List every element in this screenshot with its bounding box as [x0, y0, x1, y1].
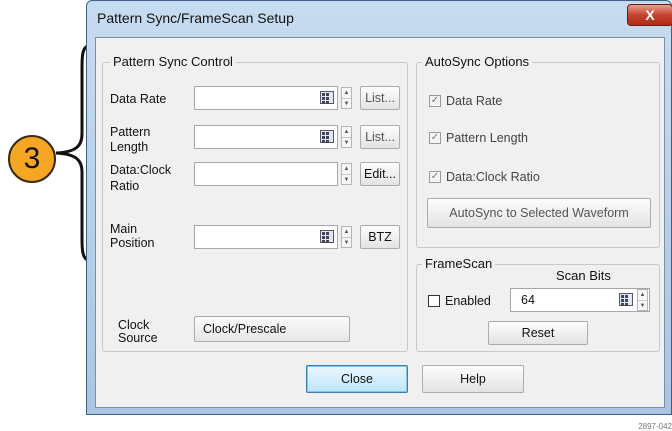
- checkbox-icon[interactable]: ✓: [429, 132, 441, 144]
- calculator-icon[interactable]: [619, 293, 633, 306]
- data-rate-label: Data Rate: [110, 92, 167, 106]
- framescan-enabled-checkbox[interactable]: Enabled: [428, 294, 491, 308]
- data-clock-ratio-edit-button[interactable]: Edit...: [360, 162, 400, 186]
- data-clock-ratio-edit-label: Edit...: [364, 167, 396, 181]
- clock-source-button[interactable]: Clock/Prescale: [194, 316, 350, 342]
- autosync-option-pattern-length[interactable]: ✓ Pattern Length: [429, 131, 528, 145]
- spin-up-icon[interactable]: ▲: [638, 290, 647, 300]
- pattern-length-label-line1: Pattern: [110, 125, 151, 139]
- main-position-spinner[interactable]: ▲ ▼: [341, 226, 352, 248]
- spin-up-icon[interactable]: ▲: [342, 88, 351, 98]
- clock-source-label-line2: Source: [118, 331, 158, 345]
- data-rate-input[interactable]: [194, 86, 338, 110]
- pattern-length-list-label: List...: [365, 130, 395, 144]
- dialog-client-area: Pattern Sync Control Data Rate ▲ ▼ List..…: [95, 37, 665, 408]
- pattern-length-list-button[interactable]: List...: [360, 125, 400, 149]
- calculator-icon[interactable]: [320, 91, 334, 104]
- spin-down-icon[interactable]: ▼: [342, 137, 351, 147]
- autosync-option-label: Data:Clock Ratio: [446, 170, 540, 184]
- spin-down-icon[interactable]: ▼: [638, 300, 647, 310]
- checkbox-icon[interactable]: ✓: [429, 95, 441, 107]
- pattern-sync-legend: Pattern Sync Control: [110, 54, 236, 69]
- spin-down-icon[interactable]: ▼: [342, 174, 351, 184]
- dialog-window: Pattern Sync/FrameScan Setup X Pattern S…: [86, 0, 672, 415]
- close-glyph: X: [645, 7, 655, 23]
- autosync-option-data-clock-ratio[interactable]: ✓ Data:Clock Ratio: [429, 170, 540, 184]
- main-position-label-line2: Position: [110, 236, 155, 250]
- pattern-length-input[interactable]: [194, 125, 338, 149]
- checkbox-icon[interactable]: [428, 295, 440, 307]
- data-clock-ratio-label-line1: Data:Clock: [110, 163, 172, 177]
- spin-down-icon[interactable]: ▼: [342, 98, 351, 108]
- data-clock-ratio-input[interactable]: [194, 162, 338, 186]
- close-button-label: Close: [341, 372, 373, 386]
- data-rate-list-button[interactable]: List...: [360, 86, 400, 110]
- framescan-enabled-label: Enabled: [445, 294, 491, 308]
- scan-bits-value: 64: [521, 293, 535, 307]
- calculator-icon[interactable]: [320, 230, 334, 243]
- spin-down-icon[interactable]: ▼: [342, 237, 351, 247]
- framescan-legend: FrameScan: [422, 256, 496, 271]
- spin-up-icon[interactable]: ▲: [342, 127, 351, 137]
- pattern-length-spinner[interactable]: ▲ ▼: [341, 126, 352, 148]
- btz-button-label: BTZ: [368, 230, 392, 244]
- framescan-reset-button[interactable]: Reset: [488, 321, 588, 345]
- scan-bits-spinner[interactable]: ▲ ▼: [637, 289, 648, 311]
- spin-up-icon[interactable]: ▲: [342, 164, 351, 174]
- close-button[interactable]: Close: [306, 365, 408, 393]
- data-rate-spinner[interactable]: ▲ ▼: [341, 87, 352, 109]
- title-bar[interactable]: Pattern Sync/FrameScan Setup X: [87, 1, 672, 37]
- reset-button-label: Reset: [521, 326, 555, 340]
- autosync-legend: AutoSync Options: [422, 54, 533, 69]
- pattern-length-label-line2: Length: [110, 140, 149, 154]
- help-button[interactable]: Help: [422, 365, 524, 393]
- autosync-option-label: Pattern Length: [446, 131, 529, 145]
- btz-button[interactable]: BTZ: [360, 225, 400, 249]
- help-button-label: Help: [460, 372, 486, 386]
- window-title: Pattern Sync/FrameScan Setup: [97, 10, 294, 26]
- autosync-option-data-rate[interactable]: ✓ Data Rate: [429, 94, 502, 108]
- figure-id: 2897-042: [638, 422, 672, 431]
- checkbox-icon[interactable]: ✓: [429, 171, 441, 183]
- callout-number: 3: [8, 135, 56, 183]
- data-clock-ratio-spinner[interactable]: ▲ ▼: [341, 163, 352, 185]
- callout-number-text: 3: [23, 142, 41, 175]
- main-position-label-line1: Main: [110, 222, 138, 236]
- data-rate-list-label: List...: [365, 91, 395, 105]
- main-position-input[interactable]: [194, 225, 338, 249]
- autosync-option-label: Data Rate: [446, 94, 503, 108]
- data-clock-ratio-label-line2: Ratio: [110, 179, 140, 193]
- spin-up-icon[interactable]: ▲: [342, 227, 351, 237]
- clock-source-value: Clock/Prescale: [203, 322, 287, 336]
- calculator-icon[interactable]: [320, 130, 334, 143]
- autosync-button-label: AutoSync to Selected Waveform: [449, 206, 629, 220]
- autosync-to-selected-waveform-button[interactable]: AutoSync to Selected Waveform: [427, 198, 651, 228]
- scan-bits-label: Scan Bits: [556, 268, 611, 283]
- close-icon[interactable]: X: [627, 4, 672, 26]
